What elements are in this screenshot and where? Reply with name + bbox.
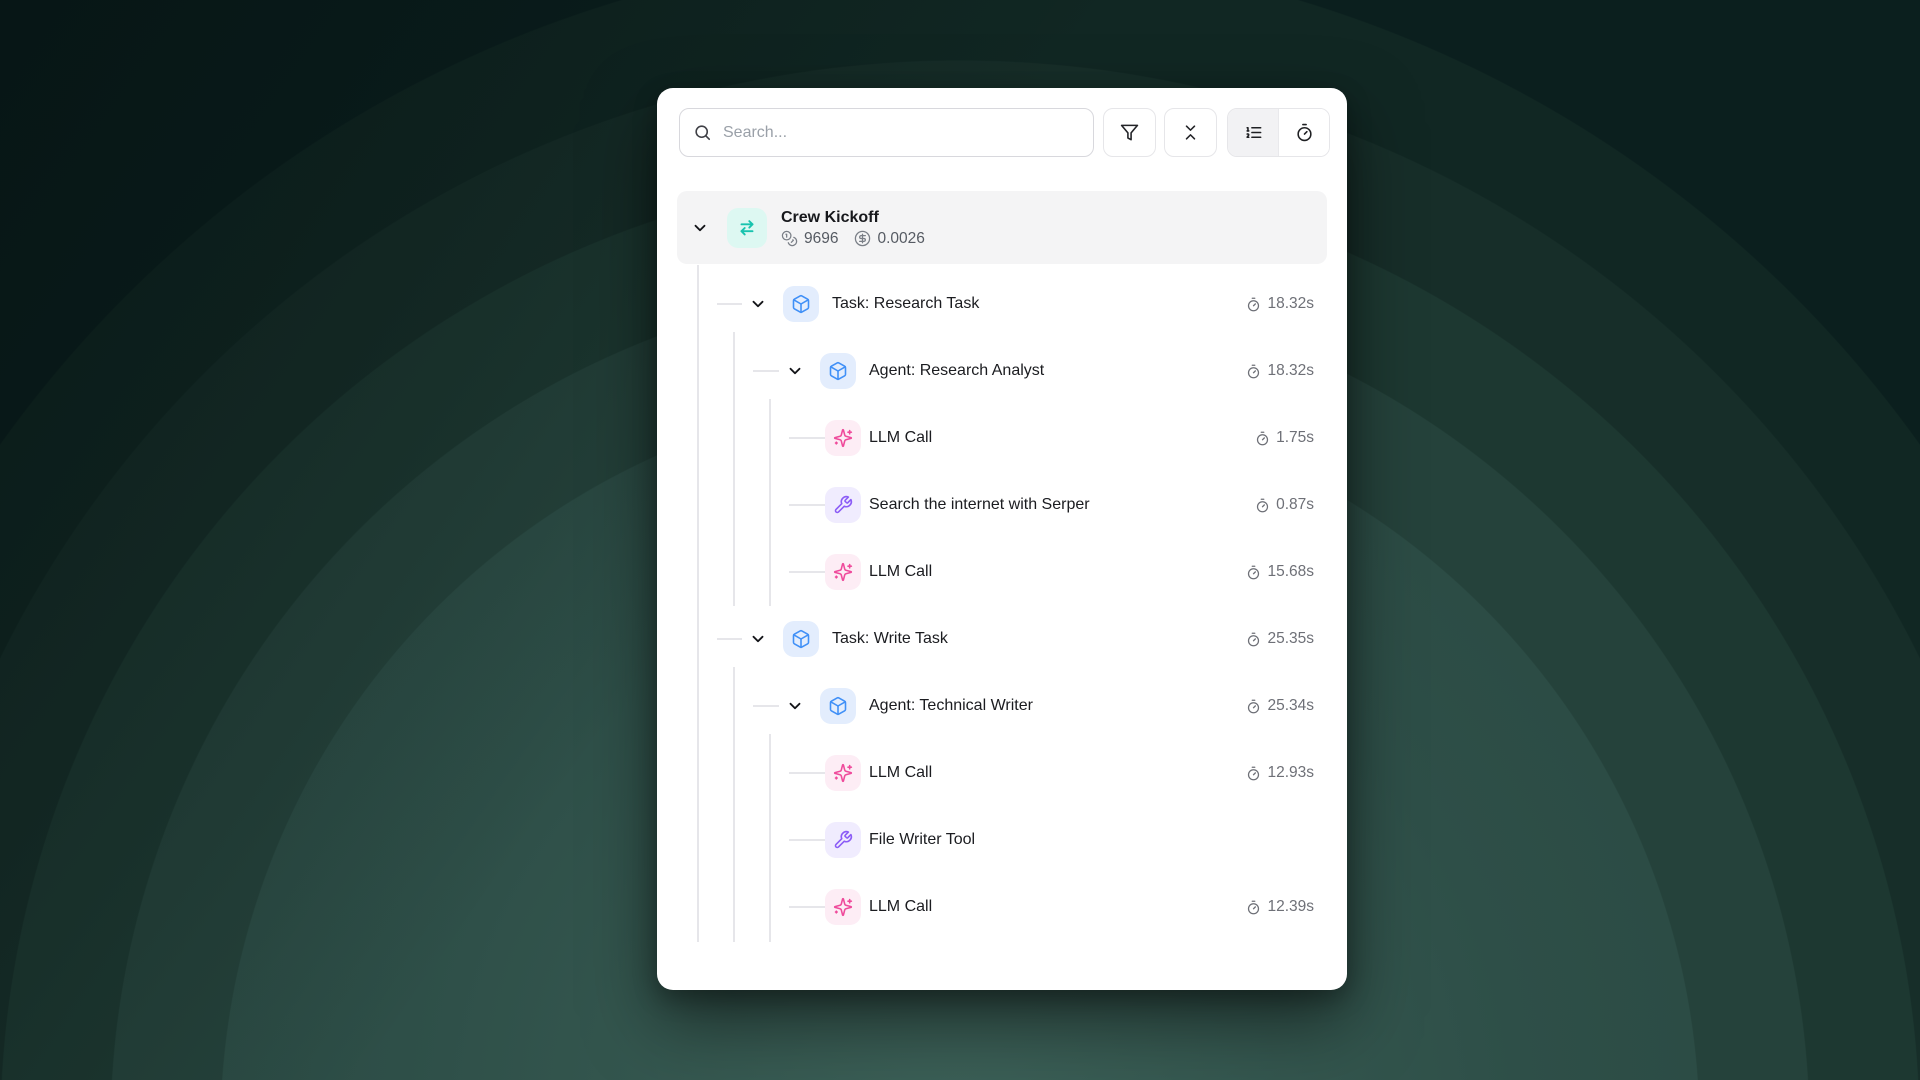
dollar-circle-icon (854, 230, 871, 247)
span-label: Task: Write Task (832, 630, 948, 648)
span-duration-value: 12.93s (1267, 764, 1314, 782)
stopwatch-icon (1255, 431, 1270, 446)
tree-row[interactable]: LLM Call 15.68s (677, 539, 1327, 606)
timer-icon (1295, 123, 1314, 142)
span-duration: 12.93s (1246, 764, 1314, 782)
filter-button[interactable] (1103, 108, 1156, 157)
chevron-down-icon[interactable] (786, 362, 804, 380)
tree-connector-line (717, 303, 742, 305)
span-duration-value: 12.39s (1267, 898, 1314, 916)
tree-row[interactable]: Agent: Technical Writer 25.34s (677, 673, 1327, 740)
span-label: Search the internet with Serper (869, 496, 1090, 514)
span-duration-value: 25.34s (1267, 697, 1314, 715)
tree-row[interactable]: Task: Research Task 18.32s (677, 271, 1327, 338)
tree-connector-line (753, 705, 779, 707)
span-duration-value: 0.87s (1276, 496, 1314, 514)
cost-badge: 0.0026 (854, 230, 924, 248)
tree-connector-line (753, 370, 779, 372)
tree-row[interactable]: Agent: Research Analyst 18.32s (677, 338, 1327, 405)
collapse-all-button[interactable] (1164, 108, 1217, 157)
funnel-icon (1120, 123, 1139, 142)
tree-connector-line (789, 437, 825, 439)
toolbar (657, 108, 1347, 157)
tree-row[interactable]: Search the internet with Serper 0.87s (677, 472, 1327, 539)
tree-row[interactable]: LLM Call 1.75s (677, 405, 1327, 472)
span-label: File Writer Tool (869, 831, 975, 849)
root-span-title: Crew Kickoff (781, 208, 925, 227)
stopwatch-icon (1246, 766, 1261, 781)
span-duration: 1.75s (1255, 429, 1314, 447)
span-duration: 25.34s (1246, 697, 1314, 715)
span-duration: 15.68s (1246, 563, 1314, 581)
wrench-icon (825, 822, 861, 858)
stopwatch-icon (1246, 699, 1261, 714)
span-label: Agent: Research Analyst (869, 362, 1044, 380)
span-label: LLM Call (869, 898, 932, 916)
chevron-down-icon[interactable] (749, 630, 767, 648)
timeline-view-button[interactable] (1278, 109, 1329, 156)
span-duration-value: 18.32s (1267, 295, 1314, 313)
span-duration-value: 15.68s (1267, 563, 1314, 581)
stopwatch-icon (1246, 565, 1261, 580)
span-label: LLM Call (869, 429, 932, 447)
tree-view-button[interactable] (1228, 109, 1278, 156)
span-duration: 12.39s (1246, 898, 1314, 916)
list-ordered-icon (1244, 123, 1263, 142)
tree-connector-line (789, 571, 825, 573)
tree-connector-line (717, 638, 742, 640)
span-duration: 18.32s (1246, 362, 1314, 380)
tree-connector-line (789, 839, 825, 841)
chevron-down-icon[interactable] (786, 697, 804, 715)
box-icon (783, 286, 819, 322)
search-box[interactable] (679, 108, 1094, 157)
box-icon (820, 353, 856, 389)
chevrons-down-up-icon (1181, 123, 1200, 142)
chevron-down-icon[interactable] (749, 295, 767, 313)
box-icon (783, 621, 819, 657)
tree-row[interactable]: File Writer Tool (677, 807, 1327, 874)
span-duration: 18.32s (1246, 295, 1314, 313)
tree-row[interactable]: LLM Call 12.93s (677, 740, 1327, 807)
trace-panel: Crew Kickoff 9696 0.0026 Task: Research … (657, 88, 1347, 990)
span-label: LLM Call (869, 764, 932, 782)
token-count-value: 9696 (804, 230, 838, 248)
chevron-down-icon[interactable] (691, 219, 709, 237)
sparkles-icon (825, 554, 861, 590)
search-input[interactable] (723, 124, 1080, 142)
token-count: 9696 (781, 230, 838, 248)
tree-connector-line (789, 906, 825, 908)
sparkles-icon (825, 420, 861, 456)
stopwatch-icon (1255, 498, 1270, 513)
tree-connector-line (789, 772, 825, 774)
span-duration-value: 25.35s (1267, 630, 1314, 648)
sparkles-icon (825, 755, 861, 791)
stopwatch-icon (1246, 297, 1261, 312)
span-duration: 0.87s (1255, 496, 1314, 514)
crew-kickoff-icon (727, 208, 767, 248)
coins-icon (781, 230, 798, 247)
stopwatch-icon (1246, 364, 1261, 379)
span-duration-value: 1.75s (1276, 429, 1314, 447)
span-label: Agent: Technical Writer (869, 697, 1033, 715)
view-toggle (1227, 108, 1330, 157)
box-icon (820, 688, 856, 724)
stopwatch-icon (1246, 632, 1261, 647)
wrench-icon (825, 487, 861, 523)
cost-value: 0.0026 (877, 230, 924, 248)
sparkles-icon (825, 889, 861, 925)
root-span-row[interactable]: Crew Kickoff 9696 0.0026 (677, 191, 1327, 264)
search-icon (693, 123, 712, 142)
stopwatch-icon (1246, 900, 1261, 915)
tree-row[interactable]: Task: Write Task 25.35s (677, 606, 1327, 673)
span-label: Task: Research Task (832, 295, 979, 313)
span-label: LLM Call (869, 563, 932, 581)
span-duration: 25.35s (1246, 630, 1314, 648)
span-duration-value: 18.32s (1267, 362, 1314, 380)
tree-row[interactable]: LLM Call 12.39s (677, 874, 1327, 941)
tree-connector-line (789, 504, 825, 506)
